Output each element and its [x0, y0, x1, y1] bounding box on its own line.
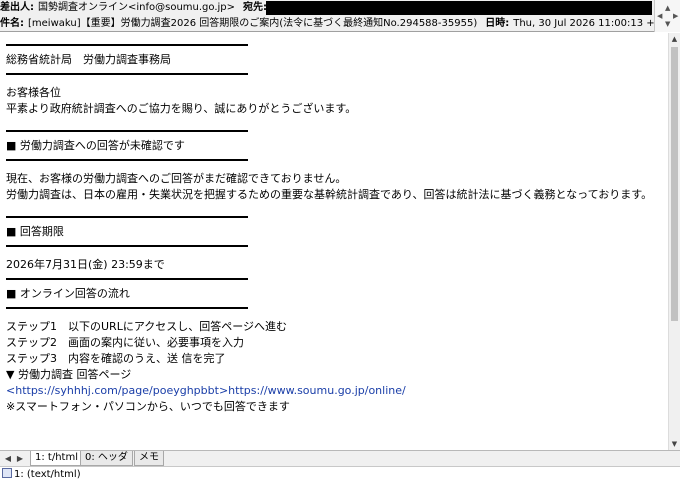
tab-html[interactable]: 1: t/html: [30, 451, 83, 466]
step-3: ステップ3 内容を確認のうえ、送 信を完了: [6, 352, 226, 365]
thanks-text: 平素より政府統計調査へのご協力を賜り、誠にありがとうございます。: [6, 102, 357, 115]
nav-up-icon[interactable]: ▲: [665, 4, 670, 12]
section-title-deadline: ■ 回答期限: [6, 225, 64, 238]
paragraph-line: 労働力調査は、日本の雇用・失業状況を把握するための重要な基幹統計調査であり、回答…: [6, 188, 653, 201]
deadline-text: 2026年7月31日(金) 23:59まで: [6, 258, 165, 271]
tab-header[interactable]: 0: ヘッダ: [80, 451, 133, 466]
to-value-redacted: [266, 1, 652, 15]
suspicious-link[interactable]: https://syhhhj.com/page/poeyghpbbt: [15, 384, 219, 397]
status-text: 1: (text/html): [14, 469, 81, 480]
link-bracket-open[interactable]: <: [6, 384, 15, 397]
nav-right-icon[interactable]: ▶: [673, 12, 678, 20]
nav-left-icon[interactable]: ◀: [657, 12, 662, 20]
step-1: ステップ1 以下のURLにアクセスし、回答ページへ進む: [6, 320, 288, 333]
subject-value: [meiwaku]【重要】労働力調査2026 回答期限のご案内(法令に基づく最終…: [28, 18, 478, 29]
header-nav-control[interactable]: ▲ ◀ ▶ ▼: [654, 0, 680, 32]
header-subject-row: 件名: [meiwaku]【重要】労働力調査2026 回答期限のご案内(法令に基づ…: [0, 16, 680, 32]
note-text: ※スマートフォン・パソコンから、いつでも回答できます: [6, 400, 290, 413]
header-from-row: 差出人: 国勢調査オンライン<info@soumu.go.jp> 宛先:: [0, 0, 680, 16]
subject-label: 件名:: [0, 18, 24, 29]
section-title-online-flow: ■ オンライン回答の流れ: [6, 287, 130, 300]
tab-memo[interactable]: メモ: [134, 451, 164, 466]
scroll-up-icon[interactable]: ▲: [669, 33, 680, 45]
from-value[interactable]: 国勢調査オンライン<info@soumu.go.jp>: [38, 2, 235, 13]
status-bar: 1: (text/html): [0, 466, 680, 484]
link-bracket-close[interactable]: >: [219, 384, 228, 397]
answer-page-label: ▼ 労働力調査 回答ページ: [6, 368, 132, 381]
org-name: 総務省統計局 労働力調査事務局: [6, 53, 171, 66]
link-line: <https://syhhhj.com/page/poeyghpbbt>http…: [6, 383, 668, 399]
tab-next-icon[interactable]: ▶: [15, 452, 25, 465]
vertical-scrollbar[interactable]: ▲ ▼: [668, 33, 680, 450]
step-2: ステップ2 画面の案内に従い、必要事項を入力: [6, 336, 244, 349]
to-label: 宛先:: [243, 2, 268, 13]
date-label: 日時:: [485, 18, 510, 29]
scroll-thumb[interactable]: [671, 47, 678, 321]
paragraph-line: 現在、お客様の労働力調査へのご回答がまだ確認できておりません。: [6, 172, 347, 185]
message-body[interactable]: 総務省統計局 労働力調査事務局 お客様各位 平素より政府統計調査へのご協力を賜り…: [0, 33, 668, 450]
scroll-down-icon[interactable]: ▼: [669, 438, 680, 450]
section-title-unconfirmed: ■ 労働力調査への回答が未確認です: [6, 139, 185, 152]
from-label: 差出人:: [0, 2, 34, 13]
greeting: お客様各位: [6, 86, 61, 99]
document-icon: [2, 468, 12, 478]
part-tab-bar: ◀ ▶ 1: t/html 0: ヘッダ メモ: [0, 450, 680, 466]
nav-down-icon[interactable]: ▼: [665, 20, 670, 28]
display-link[interactable]: https://www.soumu.go.jp/online/: [228, 384, 406, 397]
tab-prev-icon[interactable]: ◀: [3, 452, 13, 465]
